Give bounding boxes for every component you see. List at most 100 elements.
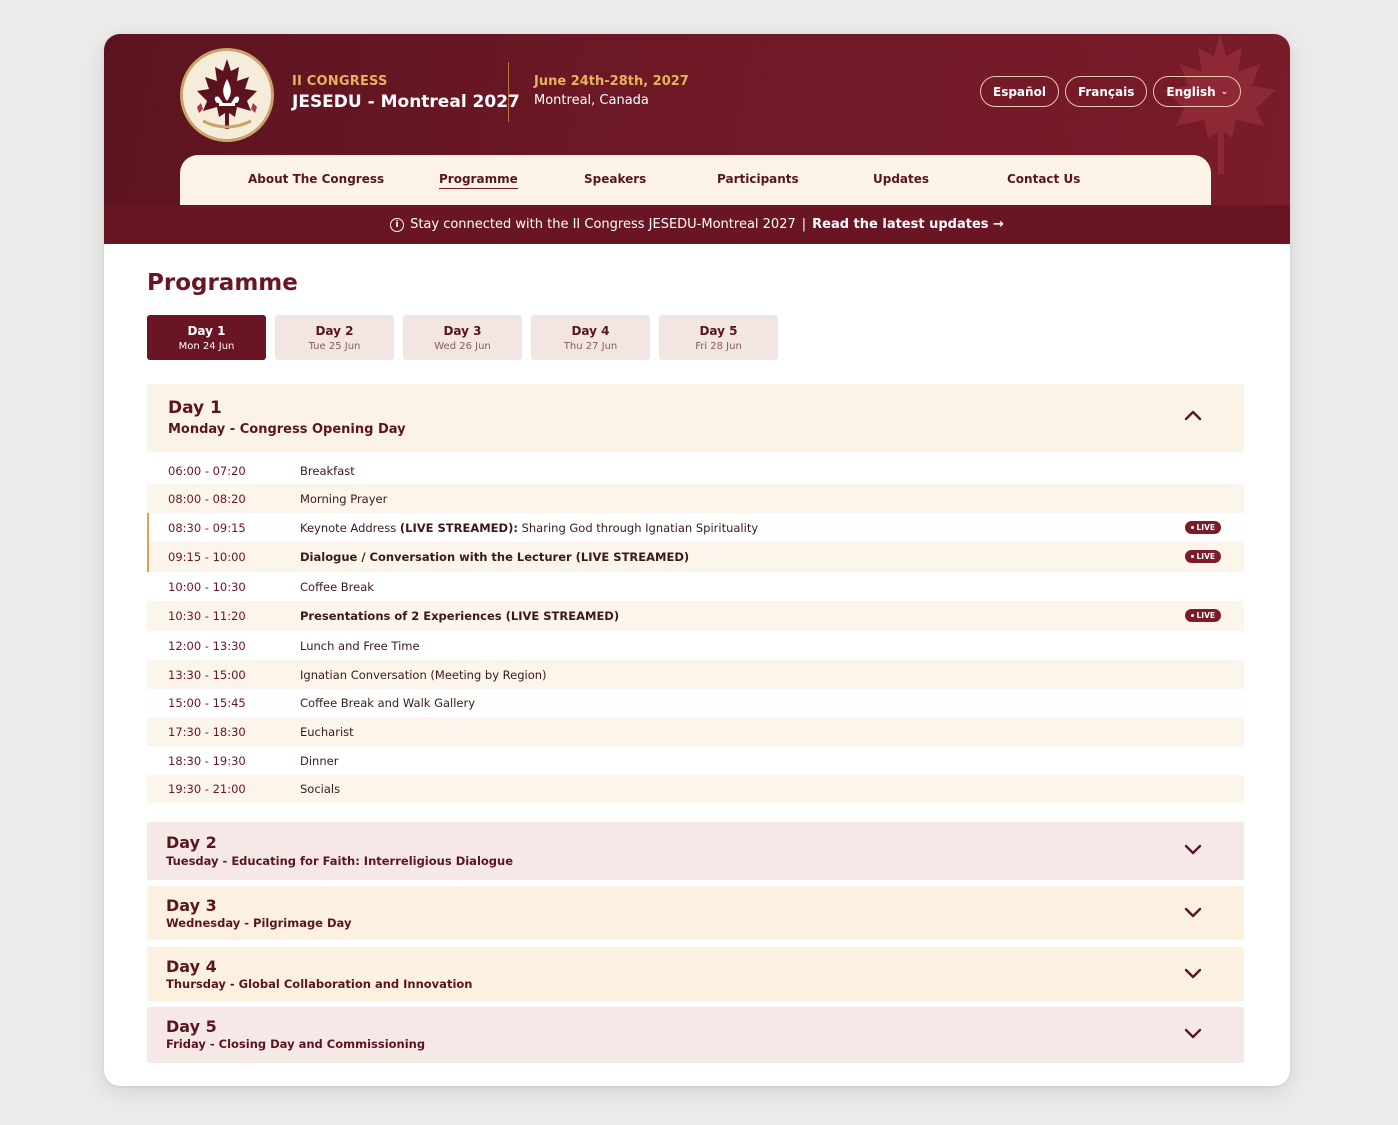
schedule-time: 08:30 - 09:15 bbox=[168, 521, 246, 535]
announcement-banner: i Stay connected with the II Congress JE… bbox=[104, 205, 1290, 244]
banner-link-updates[interactable]: Read the latest updates → bbox=[812, 217, 1004, 232]
schedule-time: 13:30 - 15:00 bbox=[168, 668, 246, 682]
schedule-time: 10:00 - 10:30 bbox=[168, 580, 246, 594]
tab-day-5[interactable]: Day 5 Fri 28 Jun bbox=[659, 315, 778, 360]
chevron-down-icon: ⌄ bbox=[1220, 86, 1229, 97]
site-header: II CONGRESS JESEDU - Montreal 2027 June … bbox=[104, 34, 1290, 244]
schedule-title: Dinner bbox=[300, 754, 339, 768]
schedule-time: 10:30 - 11:20 bbox=[168, 609, 246, 623]
schedule-row: 13:30 - 15:00 Ignatian Conversation (Mee… bbox=[147, 660, 1244, 689]
nav-item-about[interactable]: About The Congress bbox=[248, 172, 384, 186]
chevron-down-icon[interactable] bbox=[1182, 1023, 1204, 1045]
day-panel-5[interactable]: Day 5 Friday - Closing Day and Commissio… bbox=[147, 1007, 1244, 1063]
brand-title[interactable]: JESEDU - Montreal 2027 bbox=[292, 92, 520, 112]
schedule-list: 06:00 - 07:20 Breakfast 08:00 - 08:20 Mo… bbox=[147, 456, 1244, 803]
language-button-francais[interactable]: Français bbox=[1064, 76, 1148, 107]
schedule-title: Dialogue / Conversation with the Lecture… bbox=[300, 550, 690, 564]
schedule-time: 08:00 - 08:20 bbox=[168, 492, 246, 506]
schedule-row: 19:30 - 21:00 Socials bbox=[147, 775, 1244, 803]
day-panel-1: Day 1 Monday - Congress Opening Day 06:0… bbox=[147, 384, 1244, 806]
live-badge-label: LIVE bbox=[1196, 611, 1216, 620]
schedule-time: 18:30 - 19:30 bbox=[168, 754, 246, 768]
language-button-espanol[interactable]: Español bbox=[980, 76, 1059, 107]
schedule-time: 06:00 - 07:20 bbox=[168, 464, 246, 478]
schedule-row: 18:30 - 19:30 Dinner bbox=[147, 746, 1244, 775]
day-panel-title: Day 1 bbox=[168, 398, 222, 418]
schedule-title-text: Sharing God through Ignatian Spiritualit… bbox=[517, 521, 759, 535]
nav-item-participants[interactable]: Participants bbox=[717, 172, 799, 186]
tab-date-label: Tue 25 Jun bbox=[308, 340, 361, 352]
main-nav: About The Congress Programme Speakers Pa… bbox=[180, 155, 1211, 205]
nav-item-programme[interactable]: Programme bbox=[439, 172, 518, 189]
tab-date-label: Wed 26 Jun bbox=[434, 340, 491, 352]
event-date: June 24th-28th, 2027 bbox=[534, 74, 689, 89]
day-panel-subtitle: Monday - Congress Opening Day bbox=[168, 422, 406, 437]
tab-day-label: Day 1 bbox=[187, 323, 226, 338]
live-badge-label: LIVE bbox=[1196, 523, 1216, 532]
schedule-title: Morning Prayer bbox=[300, 492, 388, 506]
app-window: II CONGRESS JESEDU - Montreal 2027 June … bbox=[104, 34, 1290, 1086]
schedule-title: Breakfast bbox=[300, 464, 355, 478]
live-dot-icon bbox=[1190, 555, 1194, 558]
language-switcher: Español Français English ⌄ bbox=[980, 76, 1242, 107]
congress-logo[interactable] bbox=[180, 48, 274, 142]
banner-text: Stay connected with the II Congress JESE… bbox=[410, 217, 796, 232]
tab-day-4[interactable]: Day 4 Thu 27 Jun bbox=[531, 315, 650, 360]
live-badge: LIVE bbox=[1184, 521, 1221, 534]
language-label: English bbox=[1166, 84, 1216, 99]
schedule-time: 09:15 - 10:00 bbox=[168, 550, 246, 564]
tab-day-label: Day 5 bbox=[699, 323, 738, 338]
schedule-time: 19:30 - 21:00 bbox=[168, 782, 246, 796]
nav-item-updates[interactable]: Updates bbox=[873, 172, 929, 186]
schedule-title: Coffee Break bbox=[300, 580, 374, 594]
tab-date-label: Mon 24 Jun bbox=[178, 340, 235, 352]
day-panel-2[interactable]: Day 2 Tuesday - Educating for Faith: Int… bbox=[147, 822, 1244, 880]
schedule-title: Coffee Break and Walk Gallery bbox=[300, 696, 476, 710]
live-badge: LIVE bbox=[1184, 550, 1221, 563]
live-badge: LIVE bbox=[1184, 609, 1221, 622]
day-panel-4[interactable]: Day 4 Thursday - Global Collaboration an… bbox=[147, 947, 1244, 1001]
schedule-title: Socials bbox=[300, 782, 341, 796]
chevron-down-icon[interactable] bbox=[1182, 963, 1204, 985]
nav-item-speakers[interactable]: Speakers bbox=[584, 172, 646, 186]
schedule-row: 10:30 - 11:20 Presentations of 2 Experie… bbox=[147, 601, 1244, 631]
day-panel-subtitle: Wednesday - Pilgrimage Day bbox=[166, 916, 352, 930]
day-panel-3[interactable]: Day 3 Wednesday - Pilgrimage Day bbox=[147, 886, 1244, 940]
tab-day-1[interactable]: Day 1 Mon 24 Jun bbox=[147, 315, 266, 360]
live-dot-icon bbox=[1190, 614, 1194, 617]
tab-date-label: Thu 27 Jun bbox=[563, 340, 618, 352]
schedule-row: 08:00 - 08:20 Morning Prayer bbox=[147, 484, 1244, 513]
page-title: Programme bbox=[147, 270, 298, 296]
header-divider bbox=[508, 62, 509, 122]
schedule-row: 12:00 - 13:30 Lunch and Free Time bbox=[147, 631, 1244, 660]
day-panel-subtitle: Friday - Closing Day and Commissioning bbox=[166, 1037, 426, 1051]
chevron-down-icon[interactable] bbox=[1182, 902, 1204, 924]
day-panel-title: Day 5 bbox=[166, 1017, 217, 1036]
tab-day-label: Day 2 bbox=[315, 323, 354, 338]
schedule-row: 09:15 - 10:00 Dialogue / Conversation wi… bbox=[147, 542, 1244, 572]
schedule-title-bold: (LIVE STREAMED): bbox=[399, 521, 518, 535]
day-panel-subtitle: Thursday - Global Collaboration and Inno… bbox=[166, 977, 473, 991]
tab-day-label: Day 3 bbox=[443, 323, 482, 338]
language-button-english[interactable]: English ⌄ bbox=[1153, 76, 1242, 107]
schedule-title: Eucharist bbox=[300, 725, 354, 739]
brand-kicker: II CONGRESS bbox=[292, 74, 388, 89]
schedule-row: 10:00 - 10:30 Coffee Break bbox=[147, 572, 1244, 601]
live-dot-icon bbox=[1190, 526, 1194, 529]
event-place: Montreal, Canada bbox=[534, 93, 649, 108]
schedule-title: Keynote Address (LIVE STREAMED): Sharing… bbox=[300, 521, 758, 535]
chevron-down-icon[interactable] bbox=[1182, 839, 1204, 861]
day-tabs: Day 1 Mon 24 Jun Day 2 Tue 25 Jun Day 3 … bbox=[147, 315, 778, 360]
day-panel-title: Day 3 bbox=[166, 896, 217, 915]
schedule-row: 06:00 - 07:20 Breakfast bbox=[147, 456, 1244, 484]
chevron-up-icon[interactable] bbox=[1182, 404, 1204, 426]
schedule-time: 15:00 - 15:45 bbox=[168, 696, 246, 710]
day-panel-header[interactable]: Day 1 Monday - Congress Opening Day bbox=[147, 384, 1244, 452]
day-panel-subtitle: Tuesday - Educating for Faith: Interreli… bbox=[166, 854, 513, 868]
schedule-title-text: Keynote Address bbox=[300, 521, 400, 535]
schedule-row: 15:00 - 15:45 Coffee Break and Walk Gall… bbox=[147, 689, 1244, 717]
tab-day-3[interactable]: Day 3 Wed 26 Jun bbox=[403, 315, 522, 360]
tab-day-label: Day 4 bbox=[571, 323, 610, 338]
tab-day-2[interactable]: Day 2 Tue 25 Jun bbox=[275, 315, 394, 360]
nav-item-contact[interactable]: Contact Us bbox=[1007, 172, 1080, 186]
